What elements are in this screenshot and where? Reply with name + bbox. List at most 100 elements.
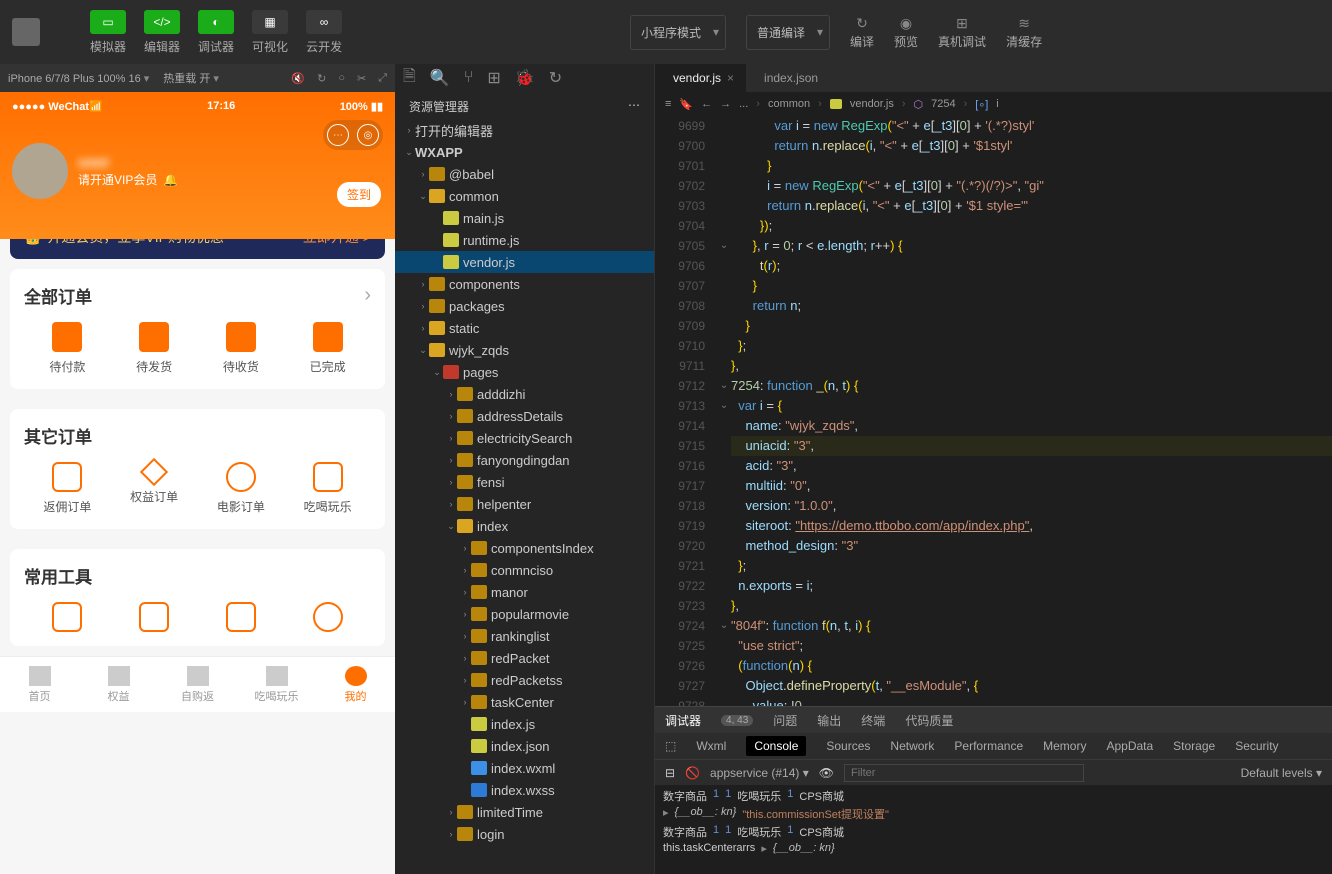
reload-icon[interactable]: ↻ xyxy=(317,72,326,85)
bc-prev-icon[interactable]: ← xyxy=(701,98,712,110)
equity-order[interactable]: 权益订单 xyxy=(111,462,198,515)
bc-next-icon[interactable]: → xyxy=(720,98,731,110)
dt2-storage[interactable]: Storage xyxy=(1173,739,1215,753)
mini-program-capsule[interactable]: ⋯ ◎ xyxy=(323,120,383,150)
box-icon[interactable]: ⊞ xyxy=(487,68,500,88)
tab-mine[interactable]: 我的 xyxy=(316,657,395,712)
tab-entertainment[interactable]: 吃喝玩乐 xyxy=(237,657,316,712)
bc-menu-icon[interactable]: ≡ xyxy=(665,98,671,110)
dt2-appdata[interactable]: AppData xyxy=(1106,739,1153,753)
dt-tab-output[interactable]: 输出 xyxy=(817,712,841,729)
dt-tab-problems[interactable]: 问题 xyxy=(773,712,797,729)
dt2-memory[interactable]: Memory xyxy=(1043,739,1086,753)
refresh-icon[interactable]: ↻ xyxy=(549,68,562,88)
dt2-console[interactable]: Console xyxy=(746,736,806,756)
tree-row[interactable]: ›static xyxy=(395,317,654,339)
dt-tab-debugger[interactable]: 调试器 xyxy=(665,712,701,729)
tree-row[interactable]: ›packages xyxy=(395,295,654,317)
reload-select[interactable]: 热重载 开 xyxy=(163,70,219,86)
device-select[interactable]: iPhone 6/7/8 Plus 100% 16 xyxy=(8,72,149,85)
tab-vendor-js[interactable]: vendor.js× xyxy=(655,64,746,92)
order-pending-receive[interactable]: 待收货 xyxy=(198,322,285,375)
dt-tab-terminal[interactable]: 终端 xyxy=(861,712,885,729)
close-icon[interactable]: × xyxy=(727,71,734,85)
eye-icon[interactable]: 👁 xyxy=(819,766,834,780)
code-area[interactable]: 9699 9700 9701 9702 9703 9704 9705 9706 … xyxy=(655,116,1332,706)
tool-3[interactable] xyxy=(198,602,285,632)
console-output[interactable]: 数字商品 1 1 吃喝玩乐 1 CPS商城 ▸ {__ob__: kn} "th… xyxy=(655,785,1332,874)
filter-input[interactable] xyxy=(844,764,1084,782)
clear-console-icon[interactable]: 🚫 xyxy=(685,766,700,780)
tree-row[interactable]: index.json xyxy=(395,735,654,757)
tree-row[interactable]: ›electricitySearch xyxy=(395,427,654,449)
tree-row[interactable]: ›@babel xyxy=(395,163,654,185)
rebate-order[interactable]: 返佣订单 xyxy=(24,462,111,515)
code-content[interactable]: var i = new RegExp("<" + e[_t3][0] + '(.… xyxy=(731,116,1332,706)
tree-row[interactable]: ›rankinglist xyxy=(395,625,654,647)
tree-row[interactable]: ⌄index xyxy=(395,515,654,537)
tree-row[interactable]: ›popularmovie xyxy=(395,603,654,625)
tree-row[interactable]: ›redPacket xyxy=(395,647,654,669)
cloud-dev-button[interactable]: ∞云开发 xyxy=(298,6,350,59)
compile-select[interactable]: 普通编译 xyxy=(746,15,830,50)
expand-icon[interactable]: ⤢ xyxy=(378,72,387,85)
tree-row[interactable]: ›conmnciso xyxy=(395,559,654,581)
branch-icon[interactable]: ⑂ xyxy=(464,69,474,87)
dt-tab-quality[interactable]: 代码质量 xyxy=(905,712,953,729)
compile-button[interactable]: ↻编译 xyxy=(850,15,874,50)
tree-row[interactable]: ›fanyongdingdan xyxy=(395,449,654,471)
tree-row[interactable]: ›addressDetails xyxy=(395,405,654,427)
debugger-button[interactable]: ◐调试器 xyxy=(190,6,242,59)
dt2-performance[interactable]: Performance xyxy=(954,739,1023,753)
levels-select[interactable]: Default levels ▾ xyxy=(1241,766,1322,780)
tree-row[interactable]: index.js xyxy=(395,713,654,735)
tree-row[interactable]: ›limitedTime xyxy=(395,801,654,823)
preview-button[interactable]: ◉预览 xyxy=(894,15,918,50)
tool-1[interactable] xyxy=(24,602,111,632)
editor-button[interactable]: </>编辑器 xyxy=(136,6,188,59)
tab-home[interactable]: 首页 xyxy=(0,657,79,712)
mode-select[interactable]: 小程序模式 xyxy=(630,15,726,50)
tree-row[interactable]: index.wxml xyxy=(395,757,654,779)
tree-row[interactable]: ›helpenter xyxy=(395,493,654,515)
tree-row[interactable]: ›login xyxy=(395,823,654,845)
tree-row[interactable]: main.js xyxy=(395,207,654,229)
avatar[interactable] xyxy=(12,143,68,199)
checkin-button[interactable]: 签到 xyxy=(337,182,381,207)
tree-row[interactable]: index.wxss xyxy=(395,779,654,801)
tree-row[interactable]: ⌄common xyxy=(395,185,654,207)
tree-row[interactable]: ›redPacketss xyxy=(395,669,654,691)
movie-order[interactable]: 电影订单 xyxy=(198,462,285,515)
clear-cache-button[interactable]: ≋清缓存 xyxy=(1006,15,1042,50)
capsule-menu-icon[interactable]: ⋯ xyxy=(327,124,349,146)
fold-column[interactable]: ⌄ ⌄ ⌄ ⌄ xyxy=(717,116,731,706)
dt2-sources[interactable]: Sources xyxy=(826,739,870,753)
entertainment-order[interactable]: 吃喝玩乐 xyxy=(284,462,371,515)
tab-index-json[interactable]: index.json xyxy=(746,64,830,92)
order-pending-pay[interactable]: 待付款 xyxy=(24,322,111,375)
capsule-close-icon[interactable]: ◎ xyxy=(357,124,379,146)
tool-2[interactable] xyxy=(111,602,198,632)
root-folder[interactable]: ⌄WXAPP xyxy=(395,141,654,163)
tree-row[interactable]: ›taskCenter xyxy=(395,691,654,713)
tree-row[interactable]: ›components xyxy=(395,273,654,295)
cut-icon[interactable]: ✂ xyxy=(357,72,366,85)
dt2-wxml[interactable]: Wxml xyxy=(696,739,726,753)
dt2-security[interactable]: Security xyxy=(1235,739,1278,753)
more-icon[interactable]: ⋯ xyxy=(628,98,640,115)
more-icon[interactable]: ○ xyxy=(338,72,345,85)
mute-icon[interactable]: 🔇 xyxy=(291,72,305,85)
order-pending-ship[interactable]: 待发货 xyxy=(111,322,198,375)
tree-row[interactable]: ›componentsIndex xyxy=(395,537,654,559)
context-select[interactable]: appservice (#14) ▾ xyxy=(710,766,809,780)
tree-row[interactable]: runtime.js xyxy=(395,229,654,251)
tree-row[interactable]: vendor.js xyxy=(395,251,654,273)
tree-row[interactable]: ›manor xyxy=(395,581,654,603)
open-editors-section[interactable]: ›打开的编辑器 xyxy=(395,119,654,141)
bc-bookmark-icon[interactable]: 🔖 xyxy=(679,98,693,111)
inspect-icon[interactable]: ⬚ xyxy=(665,739,676,753)
simulator-button[interactable]: ▭模拟器 xyxy=(82,6,134,59)
dt2-network[interactable]: Network xyxy=(890,739,934,753)
remote-debug-button[interactable]: ⊞真机调试 xyxy=(938,15,986,50)
debug-icon[interactable]: 🐞 xyxy=(515,68,535,88)
